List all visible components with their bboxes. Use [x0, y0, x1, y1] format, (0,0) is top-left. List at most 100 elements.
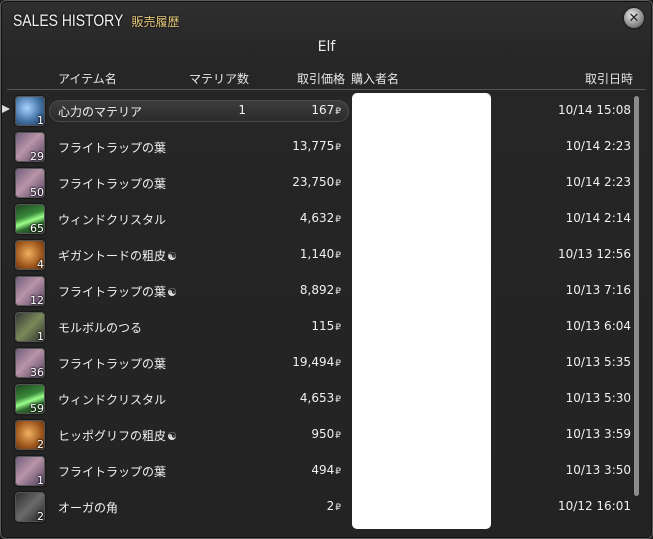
- title-bar: SALES HISTORY 販売履歴: [13, 11, 180, 35]
- sale-row[interactable]: 50 フライトラップの葉 23,750₽ 10/14 2:23: [1, 165, 641, 201]
- high-quality-icon: ☯: [167, 250, 177, 263]
- sale-row[interactable]: 1 フライトラップの葉 494₽ 10/13 3:50: [1, 453, 641, 489]
- gil-currency-icon: ₽: [335, 395, 341, 405]
- sale-date: 10/13 5:35: [565, 355, 631, 369]
- gil-currency-icon: ₽: [335, 287, 341, 297]
- sale-row[interactable]: 1 モルボルのつる 115₽ 10/13 6:04: [1, 309, 641, 345]
- sales-history-window: SALES HISTORY 販売履歴 ✕ Elf アイテム名 マテリア数 取引価…: [0, 0, 653, 539]
- sale-date: 10/14 15:08: [558, 103, 631, 117]
- sale-price-value: 494: [311, 463, 335, 477]
- item-name: モルボルのつる: [58, 319, 142, 336]
- item-name-text: 心力のマテリア: [58, 105, 143, 119]
- sale-price-value: 13,775: [292, 139, 335, 153]
- sale-row[interactable]: 2 ヒッポグリフの粗皮☯ 950₽ 10/13 3:59: [1, 417, 641, 453]
- sale-price: 8,892₽: [261, 283, 341, 297]
- item-name: 心力のマテリア: [58, 103, 142, 120]
- leaf-icon: 29: [15, 132, 45, 162]
- selection-pointer-icon: [2, 105, 10, 113]
- column-header-price: 取引価格: [297, 72, 346, 86]
- item-name: オーガの角: [58, 499, 118, 516]
- sale-row[interactable]: 12 フライトラップの葉☯ 8,892₽ 10/13 7:16: [1, 273, 641, 309]
- hide-icon: 4: [15, 240, 45, 270]
- sale-row[interactable]: 65 ウィンドクリスタル 4,632₽ 10/14 2:14: [1, 201, 641, 237]
- sale-row[interactable]: 4 ギガントードの粗皮☯ 1,140₽ 10/13 12:56: [1, 237, 641, 273]
- sale-price: 4,653₽: [261, 391, 341, 405]
- sale-price: 115₽: [261, 319, 341, 333]
- window-title: SALES HISTORY: [13, 11, 124, 30]
- item-quantity: 29: [30, 150, 44, 162]
- materia-globe-icon: 1: [15, 96, 45, 126]
- item-name-text: ヒッポグリフの粗皮: [58, 429, 167, 443]
- close-icon[interactable]: ✕: [624, 8, 644, 28]
- item-name-text: ウィンドクリスタル: [58, 213, 167, 227]
- hide-icon: 2: [15, 420, 45, 450]
- sale-price-value: 23,750: [292, 175, 335, 189]
- scrollbar[interactable]: [634, 96, 639, 496]
- item-quantity: 1: [37, 330, 44, 342]
- item-quantity: 2: [37, 438, 44, 450]
- sale-date: 10/14 2:23: [565, 139, 631, 153]
- leaf-icon: 50: [15, 168, 45, 198]
- sale-price-value: 167: [311, 103, 335, 117]
- sale-date: 10/12 16:01: [558, 499, 631, 513]
- leaf-icon: 12: [15, 276, 45, 306]
- horn-icon: 2: [15, 492, 45, 522]
- gil-currency-icon: ₽: [335, 431, 341, 441]
- gil-currency-icon: ₽: [335, 503, 341, 513]
- column-header-buyer: 購入者名: [351, 72, 400, 86]
- sale-row[interactable]: 36 フライトラップの葉 19,494₽ 10/13 5:35: [1, 345, 641, 381]
- item-name: フライトラップの葉: [58, 175, 166, 192]
- sale-row[interactable]: 1 心力のマテリア 1 167₽ 10/14 15:08: [1, 93, 641, 129]
- item-name-text: フライトラップの葉: [58, 141, 167, 155]
- item-quantity: 59: [30, 402, 44, 414]
- item-quantity: 1: [37, 114, 44, 126]
- buyer-names-redaction: [352, 93, 491, 529]
- sale-price: 950₽: [261, 427, 341, 441]
- sale-date: 10/13 5:30: [565, 391, 631, 405]
- sale-date: 10/13 3:59: [565, 427, 631, 441]
- sale-date: 10/14 2:23: [565, 175, 631, 189]
- sale-price: 494₽: [261, 463, 341, 477]
- world-name: Elf: [317, 39, 336, 55]
- sale-price-value: 2: [326, 499, 335, 513]
- sale-price: 2₽: [261, 499, 341, 513]
- sale-price-value: 950: [311, 427, 335, 441]
- column-header-item: アイテム名: [58, 72, 117, 86]
- item-name: ウィンドクリスタル: [58, 391, 166, 408]
- sale-row[interactable]: 59 ウィンドクリスタル 4,653₽ 10/13 5:30: [1, 381, 641, 417]
- sale-row[interactable]: 29 フライトラップの葉 13,775₽ 10/14 2:23: [1, 129, 641, 165]
- item-name-text: ウィンドクリスタル: [58, 393, 167, 407]
- item-name-text: フライトラップの葉: [58, 357, 167, 371]
- wind-crystal-icon: 59: [15, 384, 45, 414]
- item-name: ギガントードの粗皮☯: [58, 247, 177, 264]
- item-name-text: モルボルのつる: [58, 321, 143, 335]
- gil-currency-icon: ₽: [335, 179, 341, 189]
- item-name-text: フライトラップの葉: [58, 285, 167, 299]
- leaf-icon: 1: [15, 456, 45, 486]
- sale-price: 19,494₽: [261, 355, 341, 369]
- sale-row[interactable]: 2 オーガの角 2₽ 10/12 16:01: [1, 489, 641, 525]
- item-name: ヒッポグリフの粗皮☯: [58, 427, 177, 444]
- sale-price-value: 1,140: [299, 247, 335, 261]
- item-quantity: 12: [30, 294, 44, 306]
- sale-date: 10/13 12:56: [558, 247, 631, 261]
- item-quantity: 1: [37, 474, 44, 486]
- vine-icon: 1: [15, 312, 45, 342]
- gil-currency-icon: ₽: [335, 215, 341, 225]
- high-quality-icon: ☯: [167, 286, 177, 299]
- item-name: フライトラップの葉: [58, 355, 166, 372]
- window-title-jp: 販売履歴: [131, 15, 180, 29]
- item-name: フライトラップの葉: [58, 139, 166, 156]
- sale-date: 10/13 6:04: [565, 319, 631, 333]
- leaf-icon: 36: [15, 348, 45, 378]
- gil-currency-icon: ₽: [335, 323, 341, 333]
- column-header-materia: マテリア数: [189, 72, 250, 86]
- gil-currency-icon: ₽: [335, 359, 341, 369]
- sale-date: 10/13 7:16: [565, 283, 631, 297]
- wind-crystal-icon: 65: [15, 204, 45, 234]
- column-header-date: 取引日時: [585, 72, 634, 86]
- sale-price: 4,632₽: [261, 211, 341, 225]
- header-divider: [7, 89, 646, 90]
- sale-price-value: 19,494: [292, 355, 335, 369]
- sale-date: 10/13 3:50: [565, 463, 631, 477]
